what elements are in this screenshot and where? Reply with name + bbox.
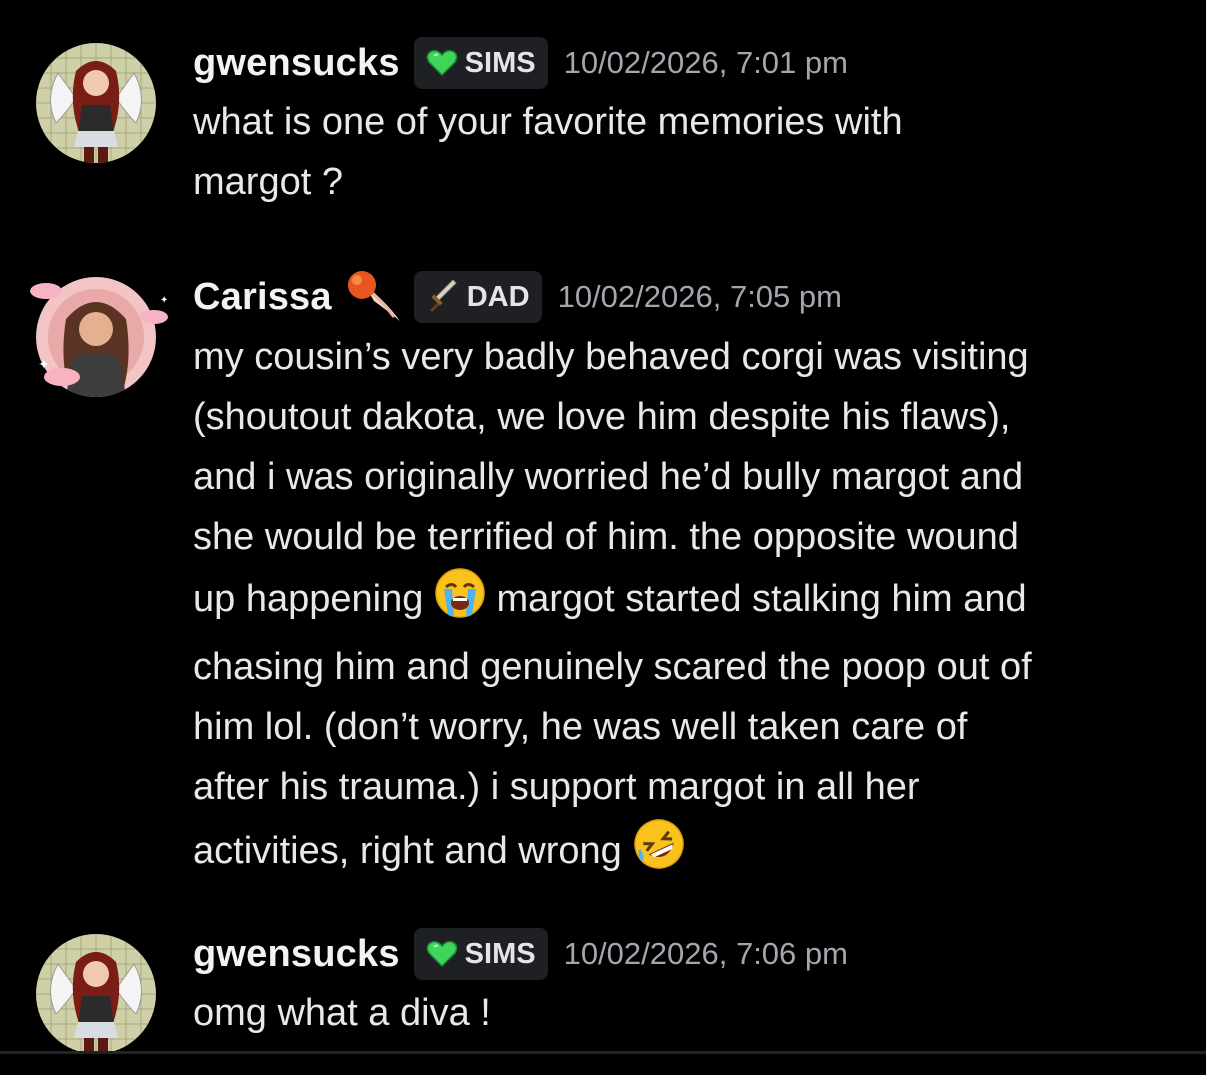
message-content: my cousin’s very badly behaved corgi was… — [193, 327, 1173, 889]
username[interactable]: gwensucks — [193, 42, 400, 85]
message-text: up happening — [193, 578, 424, 620]
message-content: what is one of your favorite memories wi… — [193, 92, 1173, 212]
green-heart-icon — [426, 940, 458, 968]
avatar-image — [36, 934, 156, 1054]
message-line: him lol. (don’t worry, he was well taken… — [193, 706, 968, 748]
role-tag-sims[interactable]: SIMS — [413, 928, 548, 980]
loudly-crying-face-emoji — [434, 567, 486, 637]
avatar-image — [36, 43, 156, 163]
message-line: omg what a diva ! — [193, 992, 491, 1034]
role-tag-label: SIMS — [464, 937, 536, 970]
message-header: gwensucks SIMS 10/02/2026, 7:01 pm — [193, 35, 848, 91]
message-line: (shoutout dakota, we love him despite hi… — [193, 396, 1011, 438]
role-tag-label: DAD — [466, 280, 530, 313]
message-content: omg what a diva ! — [193, 983, 1173, 1043]
message-line: what is one of your favorite memories wi… — [193, 101, 903, 143]
svg-text:✦: ✦ — [38, 357, 50, 373]
message-text: margot started stalking him and — [496, 578, 1027, 620]
message-line-with-emoji: up happening margot started stalking him… — [193, 567, 1173, 637]
green-heart-icon — [426, 49, 458, 77]
role-tag-sims[interactable]: SIMS — [413, 37, 548, 89]
avatar-gwensucks[interactable] — [36, 934, 156, 1054]
timestamp: 10/02/2026, 7:05 pm — [557, 279, 842, 314]
timestamp: 10/02/2026, 7:06 pm — [563, 936, 848, 971]
message-line: after his trauma.) i support margot in a… — [193, 766, 920, 808]
message-line: chasing him and genuinely scared the poo… — [193, 646, 1032, 688]
role-tag-label: SIMS — [464, 46, 536, 79]
comet-icon — [344, 269, 404, 325]
avatar-gwensucks[interactable] — [36, 43, 156, 163]
divider — [0, 1051, 1206, 1054]
rolling-on-floor-laughing-emoji — [632, 817, 686, 889]
sword-icon — [426, 280, 460, 314]
message-line-with-emoji: activities, right and wrong — [193, 817, 1173, 889]
username[interactable]: gwensucks — [193, 933, 400, 976]
message-line: my cousin’s very badly behaved corgi was… — [193, 336, 1029, 378]
message-header: Carissa DAD 10/02/2026, 7:05 pm — [193, 269, 842, 325]
message-line: margot ? — [193, 161, 343, 203]
message-header: gwensucks SIMS 10/02/2026, 7:06 pm — [193, 926, 848, 982]
message-line: she would be terrified of him. the oppos… — [193, 516, 1019, 558]
timestamp: 10/02/2026, 7:01 pm — [563, 45, 848, 80]
username[interactable]: Carissa — [193, 276, 332, 319]
role-tag-dad[interactable]: DAD — [413, 271, 542, 323]
message-line: and i was originally worried he’d bully … — [193, 456, 1024, 498]
avatar-image: ✦ ✦ — [30, 277, 168, 397]
svg-text:✦: ✦ — [160, 295, 168, 306]
message-text: activities, right and wrong — [193, 830, 622, 872]
avatar-carissa[interactable]: ✦ ✦ — [30, 277, 168, 397]
